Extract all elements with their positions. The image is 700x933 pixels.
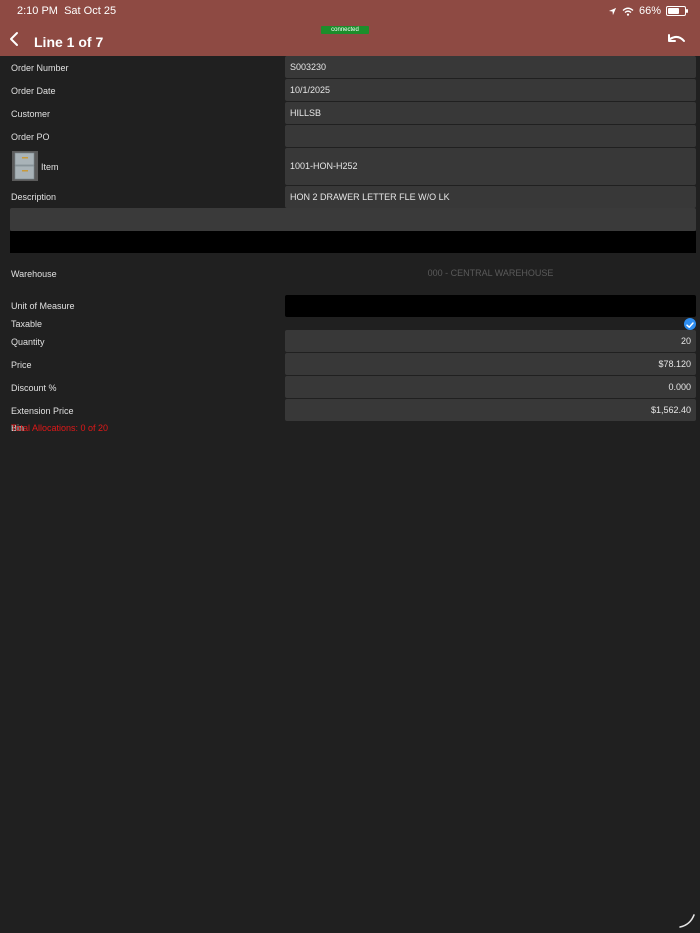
- battery-icon: [666, 6, 688, 16]
- top-bar: 2:10 PM Sat Oct 25 66% connected Line 1 …: [0, 0, 700, 56]
- wifi-icon: [622, 7, 634, 16]
- unit-of-measure-label: Unit of Measure: [11, 301, 75, 311]
- extended-description-field[interactable]: [10, 208, 696, 231]
- status-indicators: 66%: [608, 5, 688, 17]
- extension-price-label: Extension Price: [11, 406, 74, 416]
- discount-field[interactable]: 0.000: [285, 376, 696, 398]
- price-field[interactable]: $78.120: [285, 353, 696, 375]
- order-number-label: Order Number: [11, 63, 69, 73]
- price-label: Price: [11, 360, 32, 370]
- description-field[interactable]: HON 2 DRAWER LETTER FLE W/O LK: [285, 186, 696, 208]
- page-title: Line 1 of 7: [34, 34, 104, 50]
- customer-label: Customer: [11, 109, 51, 119]
- extension-price-field[interactable]: $1,562.40: [285, 399, 696, 421]
- taxable-checkbox[interactable]: [684, 318, 696, 330]
- resize-handle-icon[interactable]: [678, 911, 696, 929]
- status-time: 2:10 PM Sat Oct 25: [17, 5, 116, 17]
- order-po-field[interactable]: [285, 125, 696, 147]
- discount-label: Discount %: [11, 383, 57, 393]
- back-chevron-icon[interactable]: [6, 28, 24, 50]
- unit-of-measure-field[interactable]: [285, 295, 696, 317]
- order-number-field[interactable]: S003230: [285, 56, 696, 78]
- battery-percent: 66%: [638, 5, 661, 17]
- order-po-label: Order PO: [11, 132, 50, 142]
- location-arrow-icon: [608, 7, 617, 15]
- order-date-label: Order Date: [11, 86, 56, 96]
- battery-fill: [668, 8, 679, 14]
- item-label: Item: [41, 162, 59, 172]
- item-field[interactable]: 1001-HON-H252: [285, 148, 696, 185]
- customer-field[interactable]: HILLSB: [285, 102, 696, 124]
- order-date-field[interactable]: 10/1/2025: [285, 79, 696, 101]
- quantity-field[interactable]: 20: [285, 330, 696, 352]
- undo-icon[interactable]: [666, 32, 686, 50]
- quantity-label: Quantity: [11, 337, 45, 347]
- allocations-status[interactable]: Total Allocations: 0 of 20: [11, 423, 108, 433]
- status-date-text: Sat Oct 25: [64, 5, 117, 17]
- connection-badge: connected: [321, 26, 369, 34]
- taxable-label: Taxable: [11, 319, 43, 329]
- warehouse-label: Warehouse: [11, 269, 57, 279]
- notes-field[interactable]: [10, 231, 696, 253]
- item-image[interactable]: [12, 151, 38, 181]
- warehouse-value[interactable]: 000 - CENTRAL WAREHOUSE: [285, 268, 696, 278]
- description-label: Description: [11, 192, 57, 202]
- status-time-text: 2:10 PM: [17, 5, 58, 17]
